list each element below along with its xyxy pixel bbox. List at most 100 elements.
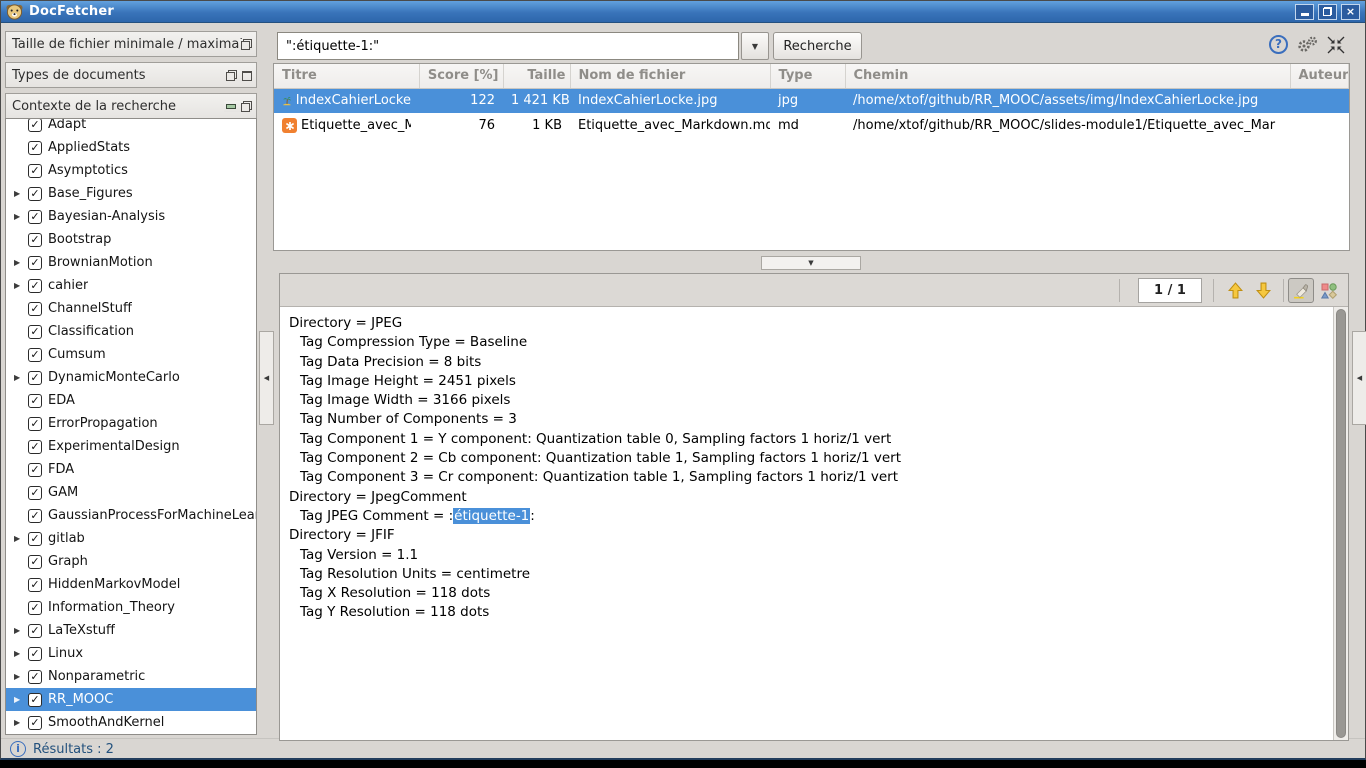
tree-item-eda[interactable]: ✓EDA	[6, 389, 256, 412]
expand-arrow-icon[interactable]: ▶	[6, 672, 22, 681]
checkbox-checked[interactable]: ✓	[28, 532, 42, 546]
checkbox-checked[interactable]: ✓	[28, 601, 42, 615]
expand-arrow-icon[interactable]: ▶	[6, 212, 22, 221]
expand-arrow-icon[interactable]: ▶	[6, 189, 22, 198]
tree-item-cumsum[interactable]: ✓Cumsum	[6, 343, 256, 366]
checkbox-checked[interactable]: ✓	[28, 279, 42, 293]
tree-item-rr_mooc[interactable]: ▶✓RR_MOOC	[6, 688, 256, 711]
expand-arrow-icon[interactable]: ▶	[6, 649, 22, 658]
tree-item-information_theory[interactable]: ✓Information_Theory	[6, 596, 256, 619]
column-header-titre[interactable]: Titre	[274, 64, 419, 88]
expand-arrow-icon[interactable]: ▶	[6, 281, 22, 290]
checkbox-checked[interactable]: ✓	[28, 325, 42, 339]
maximize-icon[interactable]	[242, 71, 252, 81]
column-header-chemin[interactable]: Chemin	[845, 64, 1290, 88]
collapse-sidebar-handle[interactable]: ◀	[259, 331, 274, 425]
expand-arrow-icon[interactable]: ▶	[6, 695, 22, 704]
checkbox-checked[interactable]: ✓	[28, 394, 42, 408]
collapse-right-handle[interactable]: ◀	[1352, 331, 1366, 425]
checkbox-checked[interactable]: ✓	[28, 486, 42, 500]
tree-item-asymptotics[interactable]: ✓Asymptotics	[6, 159, 256, 182]
checkbox-checked[interactable]: ✓	[28, 187, 42, 201]
checkbox-checked[interactable]: ✓	[28, 555, 42, 569]
tree-item-cahier[interactable]: ▶✓cahier	[6, 274, 256, 297]
highlight-toggle-button[interactable]	[1288, 278, 1314, 303]
search-history-dropdown[interactable]: ▼	[741, 32, 769, 60]
expand-arrow-icon[interactable]: ▶	[6, 373, 22, 382]
checkbox-checked[interactable]: ✓	[28, 716, 42, 730]
checkbox-checked[interactable]: ✓	[28, 233, 42, 247]
preview-settings-shapes-icon[interactable]	[1316, 278, 1342, 303]
checkbox-checked[interactable]: ✓	[28, 509, 42, 523]
column-header-nom-de-fichier[interactable]: Nom de fichier	[570, 64, 770, 88]
column-header-taille[interactable]: Taille	[503, 64, 570, 88]
expand-arrow-icon[interactable]: ▶	[6, 258, 22, 267]
checkbox-checked[interactable]: ✓	[28, 210, 42, 224]
checkbox-checked[interactable]: ✓	[28, 463, 42, 477]
search-input[interactable]	[277, 32, 739, 60]
search-scope-tree[interactable]: ✓Adapt✓AppliedStats✓Asymptotics▶✓Base_Fi…	[5, 118, 257, 735]
tree-item-dynamicmontecarlo[interactable]: ▶✓DynamicMonteCarlo	[6, 366, 256, 389]
tree-item-smoothandkernel[interactable]: ▶✓SmoothAndKernel	[6, 711, 256, 734]
checkbox-checked[interactable]: ✓	[28, 348, 42, 362]
checkbox-checked[interactable]: ✓	[28, 164, 42, 178]
restore-icon[interactable]	[241, 39, 252, 50]
preview-scrollbar[interactable]	[1333, 307, 1348, 740]
tree-item-classification[interactable]: ✓Classification	[6, 320, 256, 343]
titlebar[interactable]: DocFetcher ×	[1, 1, 1365, 23]
checkbox-checked[interactable]: ✓	[28, 371, 42, 385]
preview-text[interactable]: Directory = JPEGTag Compression Type = B…	[280, 307, 1333, 740]
checkbox-checked[interactable]: ✓	[28, 670, 42, 684]
result-row[interactable]: Etiquette_avec_Markdown761 KBEtiquette_a…	[274, 113, 1349, 138]
restore-icon[interactable]	[241, 101, 252, 112]
previous-occurrence-button[interactable]	[1222, 278, 1248, 303]
preferences-gears-icon[interactable]	[1295, 35, 1319, 53]
help-icon[interactable]: ?	[1269, 35, 1288, 54]
tree-item-latexstuff[interactable]: ▶✓LaTeXstuff	[6, 619, 256, 642]
tree-item-gaussianprocessformachinelearning[interactable]: ✓GaussianProcessForMachineLearning	[6, 504, 256, 527]
column-header-score-[interactable]: Score [%]	[419, 64, 503, 88]
checkbox-checked[interactable]: ✓	[28, 647, 42, 661]
panel-document-types[interactable]: Types de documents	[5, 62, 257, 88]
column-header-auteurs[interactable]: Auteurs	[1290, 64, 1349, 88]
panel-file-size[interactable]: Taille de fichier minimale / maximale	[5, 31, 257, 57]
minimize-button[interactable]	[1295, 4, 1314, 20]
tree-item-linux[interactable]: ▶✓Linux	[6, 642, 256, 665]
tree-item-channelstuff[interactable]: ✓ChannelStuff	[6, 297, 256, 320]
tree-item-gitlab[interactable]: ▶✓gitlab	[6, 527, 256, 550]
tree-item-experimentaldesign[interactable]: ✓ExperimentalDesign	[6, 435, 256, 458]
minimize-to-tray-icon[interactable]	[1327, 36, 1345, 54]
column-header-type[interactable]: Type	[770, 64, 845, 88]
tree-item-bayesian-analysis[interactable]: ▶✓Bayesian-Analysis	[6, 205, 256, 228]
tree-item-bootstrap[interactable]: ✓Bootstrap	[6, 228, 256, 251]
tree-item-base_figures[interactable]: ▶✓Base_Figures	[6, 182, 256, 205]
tree-item-adapt[interactable]: ✓Adapt	[6, 118, 256, 136]
checkbox-checked[interactable]: ✓	[28, 118, 42, 132]
checkbox-checked[interactable]: ✓	[28, 417, 42, 431]
tree-item-gam[interactable]: ✓GAM	[6, 481, 256, 504]
expand-arrow-icon[interactable]: ▶	[6, 718, 22, 727]
result-row[interactable]: IndexCahierLocke1221 421 KBIndexCahierLo…	[274, 88, 1349, 113]
close-button[interactable]: ×	[1341, 4, 1360, 20]
tree-item-nonparametric[interactable]: ▶✓Nonparametric	[6, 665, 256, 688]
tree-item-brownianmotion[interactable]: ▶✓BrownianMotion	[6, 251, 256, 274]
next-occurrence-button[interactable]	[1250, 278, 1276, 303]
checkbox-checked[interactable]: ✓	[28, 624, 42, 638]
search-button[interactable]: Recherche	[773, 32, 862, 60]
page-counter[interactable]: 1 / 1	[1138, 278, 1202, 303]
checkbox-checked[interactable]: ✓	[28, 256, 42, 270]
checkbox-checked[interactable]: ✓	[28, 141, 42, 155]
expand-arrow-icon[interactable]: ▶	[6, 626, 22, 635]
expand-arrow-icon[interactable]: ▶	[6, 534, 22, 543]
tree-item-hiddenmarkovmodel[interactable]: ✓HiddenMarkovModel	[6, 573, 256, 596]
checkbox-checked[interactable]: ✓	[28, 693, 42, 707]
checkbox-checked[interactable]: ✓	[28, 440, 42, 454]
checkbox-checked[interactable]: ✓	[28, 578, 42, 592]
collapse-results-handle[interactable]: ▼	[761, 256, 861, 270]
tree-item-errorpropagation[interactable]: ✓ErrorPropagation	[6, 412, 256, 435]
minimize-icon[interactable]	[226, 104, 236, 109]
restore-button[interactable]	[1318, 4, 1337, 20]
scrollbar-thumb[interactable]	[1336, 309, 1346, 738]
tree-item-appliedstats[interactable]: ✓AppliedStats	[6, 136, 256, 159]
tree-item-graph[interactable]: ✓Graph	[6, 550, 256, 573]
